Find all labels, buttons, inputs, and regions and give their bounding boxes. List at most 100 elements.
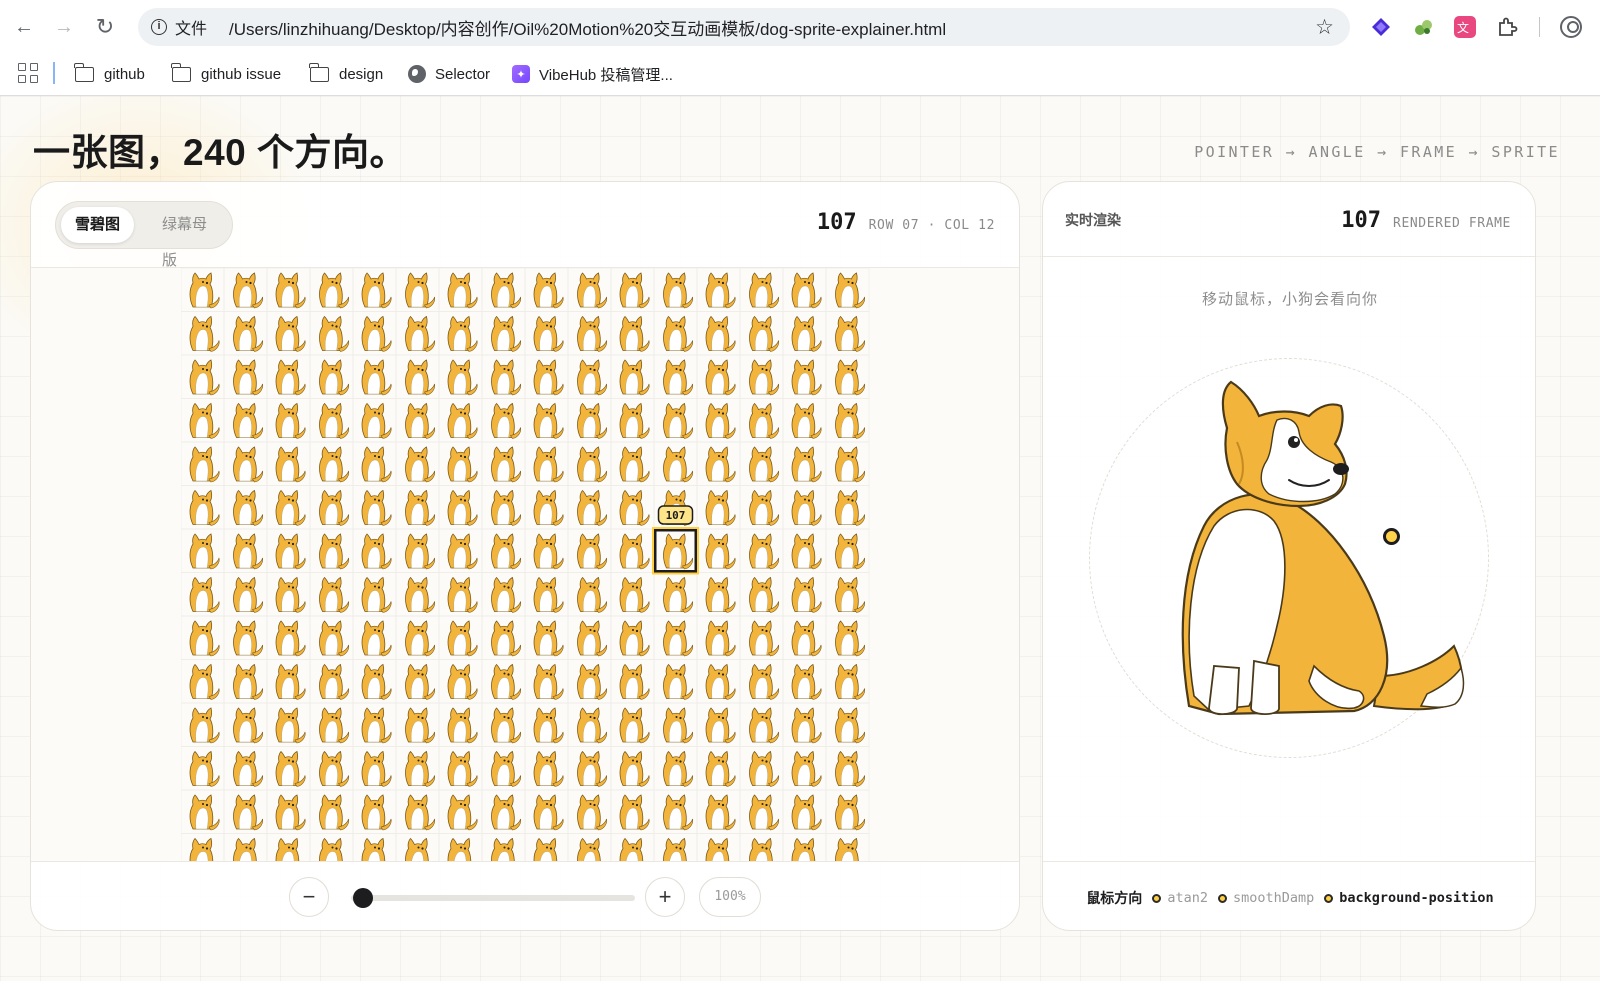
sprite-frame[interactable]	[481, 268, 526, 312]
bookmark-selector[interactable]: Selector	[408, 60, 490, 88]
sprite-frame[interactable]	[782, 572, 827, 617]
sprite-frame[interactable]	[782, 659, 827, 704]
sprite-frame[interactable]	[309, 485, 354, 530]
sprite-frame[interactable]	[266, 311, 311, 356]
sprite-frame[interactable]	[266, 659, 311, 704]
address-url[interactable]: /Users/linzhihuang/Desktop/内容创作/Oil%20Mo…	[229, 15, 946, 40]
sprite-frame[interactable]	[653, 789, 698, 834]
sprite-frame[interactable]	[309, 615, 354, 660]
sprite-frame[interactable]	[739, 702, 784, 747]
sprite-frame[interactable]	[567, 485, 612, 530]
sprite-frame[interactable]	[438, 441, 483, 486]
sprite-sheet-svg[interactable]: 107	[181, 268, 871, 862]
sprite-frame[interactable]	[481, 311, 526, 356]
sprite-frame[interactable]	[223, 702, 268, 747]
sprite-frame[interactable]	[395, 659, 440, 704]
sprite-frame[interactable]	[223, 441, 268, 486]
back-arrow-icon[interactable]: ←	[10, 13, 38, 41]
sprite-frame[interactable]	[481, 746, 526, 791]
bookmark-vibehub[interactable]: ✦ VibeHub 投稿管理...	[512, 60, 673, 88]
sprite-frame[interactable]	[782, 746, 827, 791]
sprite-frame[interactable]	[181, 615, 225, 660]
sprite-frame[interactable]	[266, 615, 311, 660]
sprite-frame[interactable]	[266, 702, 311, 747]
sprite-frame[interactable]	[739, 789, 784, 834]
sprite-frame[interactable]	[395, 789, 440, 834]
sprite-frame[interactable]	[782, 485, 827, 530]
sprite-frame[interactable]	[610, 528, 655, 573]
sprite-frame[interactable]	[567, 398, 612, 443]
sprite-frame[interactable]	[696, 572, 741, 617]
sprite-frame[interactable]	[395, 572, 440, 617]
sprite-frame[interactable]	[567, 354, 612, 399]
sprite-frame[interactable]	[266, 833, 311, 863]
sprite-frame[interactable]	[395, 354, 440, 399]
sprite-frame[interactable]	[181, 659, 225, 704]
bookmark-star-icon[interactable]: ☆	[1315, 15, 1334, 40]
sprite-frame[interactable]	[825, 485, 870, 530]
sprite-frame[interactable]	[610, 833, 655, 863]
sprite-frame[interactable]	[438, 572, 483, 617]
sprite-frame[interactable]	[739, 615, 784, 660]
sprite-frame[interactable]	[825, 615, 870, 660]
sprite-frame[interactable]	[825, 833, 870, 863]
sprite-frame[interactable]	[309, 789, 354, 834]
sprite-frame[interactable]	[266, 441, 311, 486]
sprite-frame[interactable]	[181, 746, 225, 791]
sprite-frame[interactable]	[181, 789, 225, 834]
sprite-frame[interactable]	[395, 702, 440, 747]
sprite-frame[interactable]	[567, 441, 612, 486]
sprite-frame[interactable]	[524, 528, 569, 573]
sprite-frame[interactable]	[653, 659, 698, 704]
sprite-frame[interactable]	[524, 354, 569, 399]
sprite-frame[interactable]	[610, 572, 655, 617]
sprite-frame[interactable]	[481, 702, 526, 747]
sprite-frame[interactable]	[481, 659, 526, 704]
sprite-frame[interactable]	[438, 789, 483, 834]
sprite-frame[interactable]	[739, 572, 784, 617]
sprite-frame[interactable]	[567, 746, 612, 791]
sprite-frame[interactable]	[567, 572, 612, 617]
sprite-frame[interactable]	[181, 311, 225, 356]
sprite-viewport[interactable]: 107	[31, 268, 1019, 862]
sprite-frame[interactable]	[481, 572, 526, 617]
sprite-frame[interactable]	[739, 398, 784, 443]
sprite-frame[interactable]	[481, 398, 526, 443]
sprite-frame[interactable]	[181, 398, 225, 443]
sprite-frame[interactable]	[610, 485, 655, 530]
sprite-frame[interactable]	[266, 746, 311, 791]
sprite-frame[interactable]	[567, 268, 612, 312]
sprite-frame[interactable]	[653, 441, 698, 486]
sprite-frame[interactable]	[696, 702, 741, 747]
tab-green-screen-master[interactable]: 绿幕母版	[148, 207, 232, 269]
sprite-frame[interactable]	[481, 833, 526, 863]
sprite-frame[interactable]	[524, 833, 569, 863]
sprite-frame[interactable]	[782, 702, 827, 747]
sprite-frame[interactable]	[181, 833, 225, 863]
sprite-frame[interactable]	[825, 789, 870, 834]
sprite-frame[interactable]	[223, 789, 268, 834]
sprite-frame[interactable]	[309, 354, 354, 399]
sprite-frame[interactable]	[181, 702, 225, 747]
sprite-frame[interactable]	[352, 789, 397, 834]
sprite-frame[interactable]	[266, 398, 311, 443]
sprite-frame[interactable]	[696, 833, 741, 863]
bookmark-github[interactable]: github	[74, 60, 145, 88]
sprite-frame[interactable]	[438, 615, 483, 660]
sprite-frame[interactable]	[782, 354, 827, 399]
sprite-frame[interactable]	[352, 659, 397, 704]
sprite-frame[interactable]	[782, 789, 827, 834]
sprite-frame[interactable]	[739, 268, 784, 312]
sprite-frame[interactable]	[309, 572, 354, 617]
zoom-out-button[interactable]: −	[289, 877, 329, 917]
sprite-frame[interactable]	[524, 311, 569, 356]
sprite-frame[interactable]	[352, 528, 397, 573]
sprite-frame[interactable]	[653, 528, 698, 573]
sprite-frame[interactable]	[825, 702, 870, 747]
sprite-frame[interactable]	[438, 659, 483, 704]
sprite-frame[interactable]	[438, 485, 483, 530]
sprite-frame[interactable]	[352, 441, 397, 486]
sprite-frame[interactable]	[181, 572, 225, 617]
sprite-frame[interactable]	[481, 485, 526, 530]
sprite-frame[interactable]	[524, 441, 569, 486]
